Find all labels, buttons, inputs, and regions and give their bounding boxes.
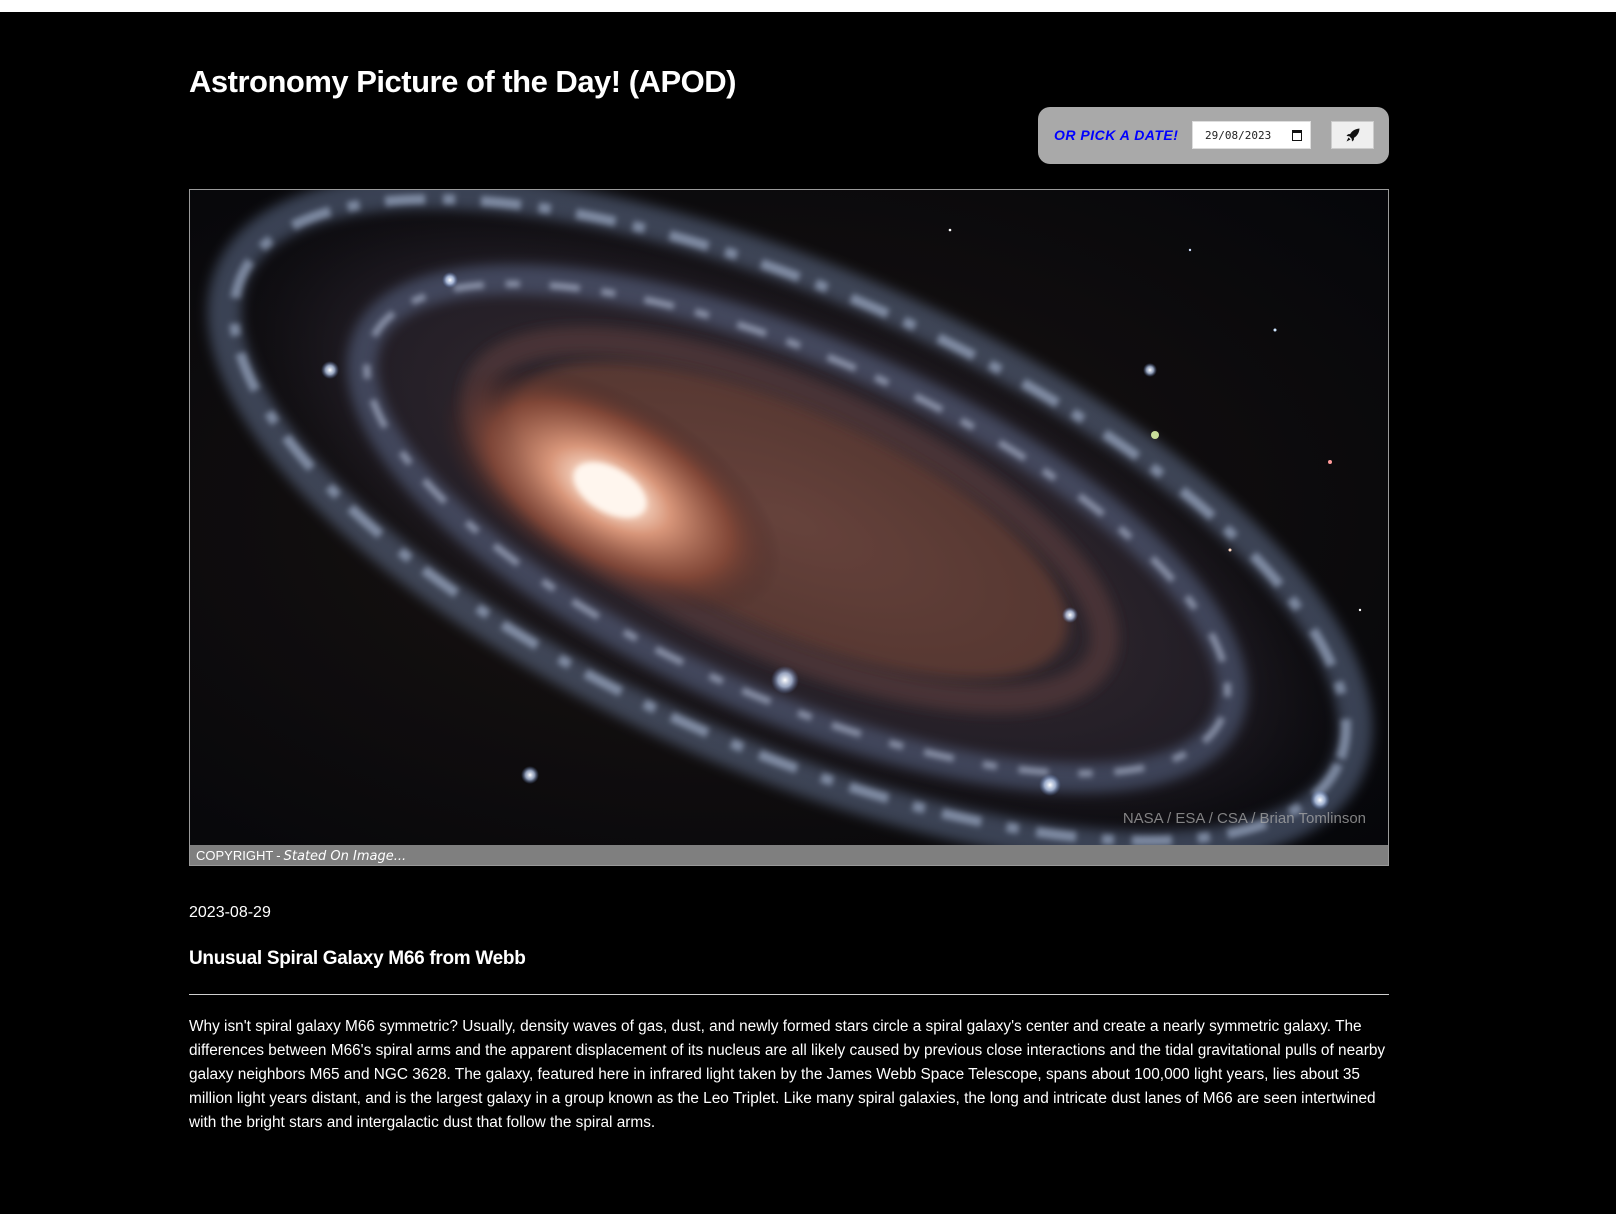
title-divider: [189, 994, 1389, 995]
copyright-note: Stated On Image...: [283, 849, 407, 864]
browser-top-strip: [0, 0, 1616, 12]
copyright-separator: -: [276, 848, 281, 863]
apod-explanation: Why isn't spiral galaxy M66 symmetric? U…: [189, 1018, 1386, 1131]
copyright-bar: COPYRIGHT - Stated On Image...: [190, 845, 1388, 865]
apod-image: [190, 190, 1388, 845]
calendar-icon[interactable]: [1292, 130, 1302, 141]
page-title: Astronomy Picture of the Day! (APOD): [189, 64, 736, 99]
apod-figure: NASA / ESA / CSA / Brian Tomlinson COPYR…: [189, 189, 1389, 866]
date-picker-panel: OR PICK A DATE! 29/08/2023: [1038, 107, 1389, 164]
apod-title: Unusual Spiral Galaxy M66 from Webb: [189, 948, 526, 969]
rocket-icon: [1346, 128, 1359, 142]
date-input-value: 29/08/2023: [1205, 128, 1272, 142]
copyright-label: COPYRIGHT: [196, 848, 274, 863]
date-input[interactable]: 29/08/2023: [1192, 121, 1311, 149]
apod-date: 2023-08-29: [189, 904, 271, 921]
submit-date-button[interactable]: [1331, 121, 1374, 149]
pick-date-label: OR PICK A DATE!: [1054, 127, 1179, 143]
image-credit-overlay: NASA / ESA / CSA / Brian Tomlinson: [1122, 810, 1366, 827]
